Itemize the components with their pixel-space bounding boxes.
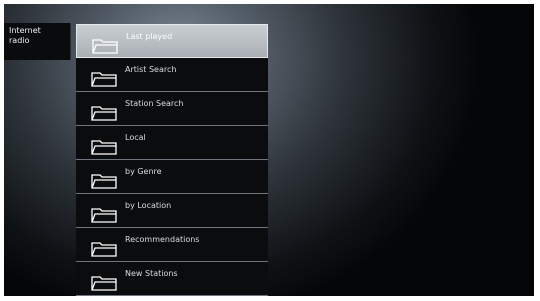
folder-icon <box>92 39 118 54</box>
menu-item-label: Last played <box>126 32 173 41</box>
folder-icon <box>91 208 117 223</box>
menu-item-last-played[interactable]: Last played <box>76 24 268 58</box>
menu-item-label: New Stations <box>125 269 178 278</box>
folder-icon <box>91 72 117 87</box>
menu-item-station-search[interactable]: Station Search <box>76 92 268 126</box>
menu-item-by-location[interactable]: by Location <box>76 194 268 228</box>
menu-item-recommendations[interactable]: Recommendations <box>76 228 268 262</box>
menu-item-label: by Genre <box>125 167 162 176</box>
menu-item-by-genre[interactable]: by Genre <box>76 160 268 194</box>
section-panel: Internet radio <box>4 23 71 60</box>
section-title: Internet radio <box>9 26 41 45</box>
menu-item-label: Recommendations <box>125 235 200 244</box>
menu-item-label: Station Search <box>125 99 184 108</box>
menu-item-label: Local <box>125 133 146 142</box>
tv-screen: Internet radio Last played Artist Search… <box>4 4 534 296</box>
menu-item-local[interactable]: Local <box>76 126 268 160</box>
folder-icon <box>91 106 117 121</box>
menu-item-label: Artist Search <box>125 65 177 74</box>
folder-icon <box>91 242 117 257</box>
menu-item-label: by Location <box>125 201 172 210</box>
menu-item-artist-search[interactable]: Artist Search <box>76 58 268 92</box>
folder-icon <box>91 140 117 155</box>
menu-list: Last played Artist Search Station Search… <box>76 24 268 296</box>
folder-icon <box>91 174 117 189</box>
menu-item-new-stations[interactable]: New Stations <box>76 262 268 296</box>
folder-icon <box>91 276 117 291</box>
